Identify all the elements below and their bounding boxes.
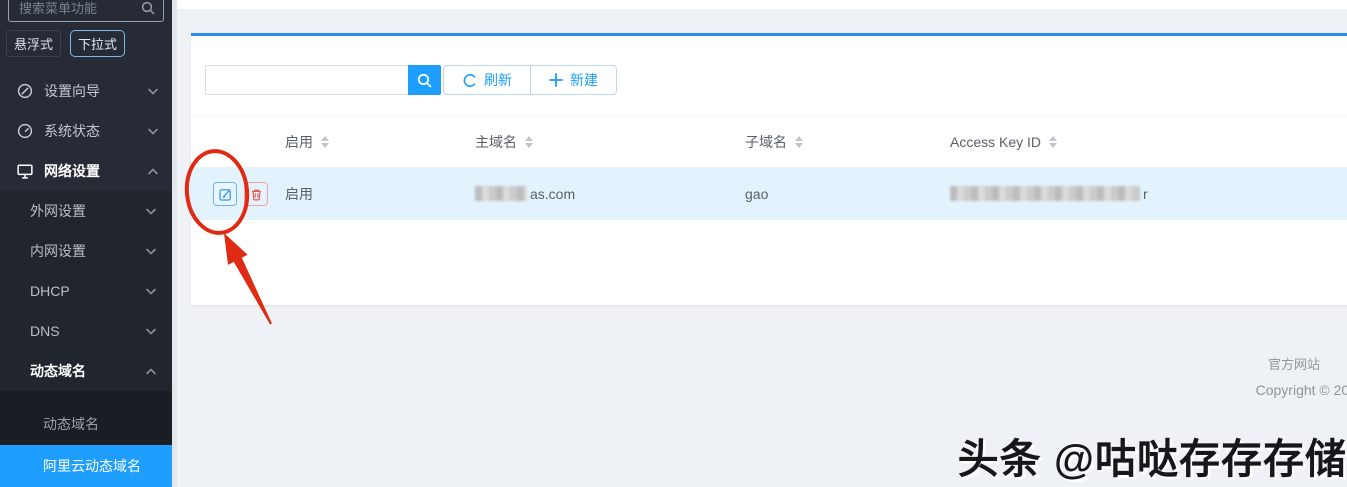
table-header-row: 启用 主域名 子域名 Access Key ID	[191, 116, 1347, 168]
sidebar-item-dhcp[interactable]: DHCP	[0, 271, 172, 311]
sidebar-item-dns[interactable]: DNS	[0, 311, 172, 351]
content-card: 刷新 新建 启用 主域名 子域名	[191, 33, 1347, 305]
network-submenu: 外网设置 内网设置 DHCP DNS 动态域名	[0, 191, 172, 391]
chevron-down-icon	[146, 248, 156, 255]
sidebar-item-setup-wizard[interactable]: 设置向导	[0, 71, 172, 111]
table-row[interactable]: 启用 as.com gao r	[191, 168, 1347, 220]
edit-icon	[219, 188, 232, 201]
redacted-access-key	[950, 186, 1140, 201]
column-header-access-key-id[interactable]: Access Key ID	[950, 134, 1347, 150]
column-header-subdomain[interactable]: 子域名	[745, 132, 950, 152]
refresh-button[interactable]: 刷新	[444, 66, 530, 94]
sidebar-item-system-status[interactable]: 系统状态	[0, 111, 172, 151]
chevron-up-icon	[148, 168, 158, 175]
tab-floating-mode[interactable]: 悬浮式	[6, 30, 61, 57]
sidebar-item-label: 设置向导	[44, 81, 148, 101]
copyright-text: Copyright © 202	[1256, 382, 1347, 398]
cell-access-key-id: r	[950, 186, 1347, 202]
sidebar-scrollbar[interactable]	[172, 0, 177, 487]
sidebar-item-ddns-generic[interactable]: 动态域名	[0, 403, 172, 445]
sidebar-item-lan-settings[interactable]: 内网设置	[0, 231, 172, 271]
sidebar-item-aliyun-ddns[interactable]: 阿里云动态域名	[0, 445, 172, 487]
menu-mode-tabs: 悬浮式 下拉式	[6, 31, 172, 55]
cell-enabled: 启用	[285, 184, 475, 204]
row-actions	[191, 182, 285, 206]
search-icon	[141, 1, 155, 15]
column-header-domain[interactable]: 主域名	[475, 132, 745, 152]
menu-search-box[interactable]	[8, 0, 164, 22]
trash-icon	[250, 188, 263, 201]
menu-search-input[interactable]	[17, 0, 141, 17]
plus-icon	[549, 73, 563, 87]
sort-icon[interactable]	[525, 136, 533, 148]
table-search-button[interactable]	[408, 65, 441, 95]
tab-dropdown-mode[interactable]: 下拉式	[70, 30, 125, 57]
chevron-down-icon	[146, 288, 156, 295]
new-button[interactable]: 新建	[530, 66, 616, 94]
chevron-down-icon	[148, 128, 158, 135]
compass-icon	[17, 83, 33, 99]
sort-icon[interactable]	[1049, 136, 1057, 148]
sort-icon[interactable]	[795, 136, 803, 148]
toolbar-button-group: 刷新 新建	[443, 65, 617, 95]
sidebar-item-ddns[interactable]: 动态域名	[0, 351, 172, 391]
chevron-up-icon	[146, 368, 156, 375]
refresh-icon	[462, 73, 477, 88]
table-toolbar: 刷新 新建	[205, 65, 617, 95]
monitor-icon	[17, 163, 33, 179]
toutiao-watermark: 头条 @咕哒存存存储	[958, 425, 1347, 485]
gauge-icon	[17, 123, 33, 139]
sidebar: 悬浮式 下拉式 设置向导 系统状态	[0, 0, 172, 487]
table-search-input[interactable]	[205, 65, 408, 95]
sort-icon[interactable]	[321, 136, 329, 148]
sidebar-item-label: 系统状态	[44, 121, 148, 141]
sidebar-menu: 设置向导 系统状态	[0, 71, 172, 191]
chevron-down-icon	[146, 328, 156, 335]
cell-domain: as.com	[475, 186, 745, 202]
sidebar-item-label: 网络设置	[44, 161, 148, 181]
sidebar-item-wan-settings[interactable]: 外网设置	[0, 191, 172, 231]
column-header-enabled[interactable]: 启用	[285, 132, 475, 152]
sidebar-item-network-settings[interactable]: 网络设置	[0, 151, 172, 191]
edit-button[interactable]	[213, 182, 237, 206]
search-icon	[417, 73, 432, 88]
chevron-down-icon	[148, 88, 158, 95]
chevron-down-icon	[146, 208, 156, 215]
cell-subdomain: gao	[745, 186, 950, 202]
delete-button[interactable]	[244, 182, 268, 206]
ddns-submenu: 动态域名 阿里云动态域名	[0, 391, 172, 487]
top-strip	[177, 0, 1347, 10]
official-site-link[interactable]: 官方网站	[1268, 354, 1320, 373]
redacted-domain	[475, 186, 527, 201]
ddns-table: 启用 主域名 子域名 Access Key ID	[191, 116, 1347, 220]
